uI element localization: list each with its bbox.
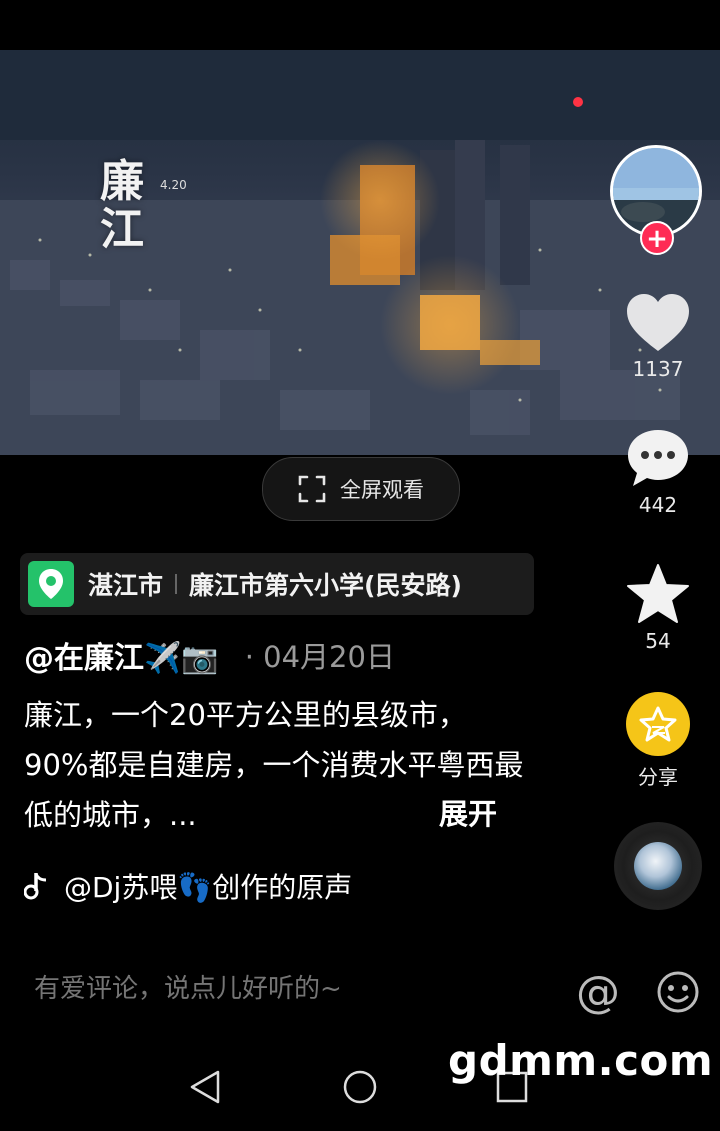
location-divider <box>175 574 178 594</box>
fullscreen-button[interactable]: 全屏观看 <box>262 457 460 521</box>
watermark: gdmm.com <box>448 1036 714 1085</box>
comment-bar: @ <box>0 955 720 1025</box>
comment-count: 442 <box>638 493 678 517</box>
music-label: @Dj苏喂👣创作的原声 <box>64 871 353 904</box>
share-action[interactable]: 分享 <box>608 691 708 790</box>
fullscreen-label: 全屏观看 <box>340 478 424 502</box>
home-circle-icon[interactable] <box>343 1070 377 1104</box>
music-note-icon <box>24 873 47 900</box>
fullscreen-icon <box>298 475 326 503</box>
location-city: 湛江市 <box>88 571 164 600</box>
comment-input[interactable] <box>32 973 536 1005</box>
comment-bubble-icon <box>628 430 688 486</box>
like-action[interactable]: 1137 <box>608 293 708 381</box>
follow-button[interactable]: + <box>640 221 674 255</box>
at-icon[interactable]: @ <box>576 967 620 1018</box>
location-place: 廉江市第六小学(民安路) <box>189 571 462 600</box>
music-info[interactable]: @Dj苏喂👣创作的原声 <box>24 866 352 906</box>
favorite-action[interactable]: 54 <box>608 563 708 653</box>
expand-caption-button[interactable]: 展开 <box>439 791 497 833</box>
share-label: 分享 <box>638 765 678 789</box>
video-overlay-title: 廉江 <box>100 156 150 255</box>
star-icon <box>627 564 689 623</box>
video-overlay-date: 4.20 <box>160 178 187 192</box>
like-count: 1137 <box>632 357 684 381</box>
post-date: · 04月20日 <box>244 640 395 674</box>
music-disc-cover <box>634 842 682 890</box>
location-pin-icon <box>28 561 74 607</box>
share-star-icon <box>626 692 690 756</box>
post-meta: @在廉江✈️📷 · 04月20日 <box>24 633 395 677</box>
favorite-count: 54 <box>645 629 671 653</box>
back-triangle-icon[interactable] <box>190 1070 220 1104</box>
comment-action[interactable]: 442 <box>608 427 708 517</box>
location-tag[interactable]: 湛江市 廉江市第六小学(民安路) <box>20 553 534 615</box>
emoji-icon[interactable] <box>656 970 700 1014</box>
video-player[interactable]: 廉江 4.20 <box>0 50 720 455</box>
heart-icon <box>627 294 689 351</box>
author-name[interactable]: @在廉江✈️📷 <box>24 633 219 677</box>
music-disc[interactable] <box>614 822 702 910</box>
